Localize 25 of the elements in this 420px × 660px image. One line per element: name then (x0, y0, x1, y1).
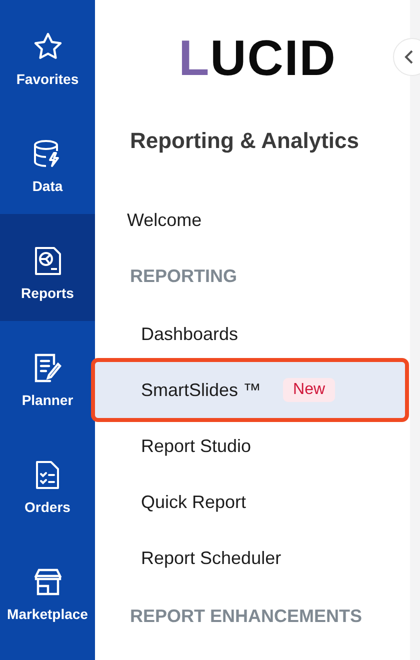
menu-item-label: SmartSlides ™ (141, 380, 262, 400)
menu-item-label: Report Studio (141, 436, 252, 456)
new-badge: New (283, 378, 336, 402)
rail-item[interactable]: Marketplace (0, 535, 95, 642)
menu-item-label: Report Scheduler (141, 548, 282, 568)
section-heading: REPORTING (129, 264, 238, 288)
rail-item[interactable]: Data (0, 107, 95, 214)
app-title: Reporting & Analytics (129, 127, 360, 155)
menu-item[interactable]: SmartSlides ™ New (95, 362, 405, 418)
logo: LUCID (178, 33, 336, 83)
menu-item[interactable]: Report Scheduler (95, 530, 410, 586)
menu-item-label: Quick Report (141, 492, 246, 512)
rail-item[interactable]: Reports (0, 214, 95, 321)
menu-item-label: Dashboards (141, 324, 238, 344)
rail-item[interactable]: Favorites (0, 0, 95, 107)
menu-item-label: Welcome (127, 210, 202, 230)
chevron-left-icon (404, 50, 414, 64)
menu-item[interactable]: Quick Report (95, 474, 410, 530)
menu-item[interactable]: Dashboards (95, 306, 410, 362)
rail-item[interactable]: Orders (0, 428, 95, 535)
menu-item[interactable]: Report Studio (95, 418, 410, 474)
menu-item[interactable]: Welcome (95, 194, 410, 246)
rail-item[interactable]: Planner (0, 321, 95, 428)
storefront-icon (32, 566, 64, 598)
section-heading: REPORT ENHANCEMENTS (129, 604, 364, 628)
